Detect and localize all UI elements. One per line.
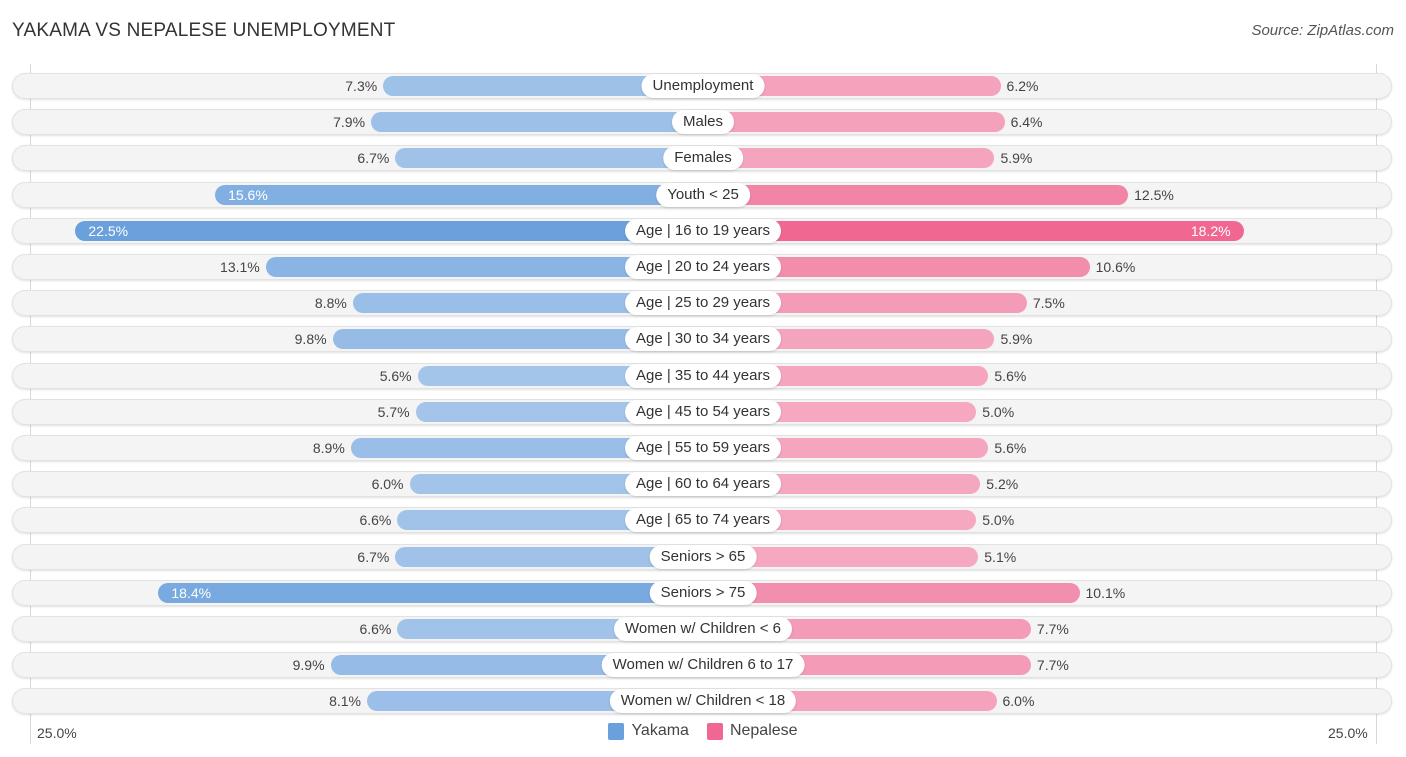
category-label: Women w/ Children < 6 [613, 617, 793, 641]
value-label-yakama: 6.7% [357, 548, 390, 565]
nepalese-swatch-icon [706, 722, 723, 740]
value-label-nepalese: 5.1% [984, 548, 1017, 565]
category-label: Seniors > 65 [649, 544, 757, 569]
value-label-nepalese: 5.6% [994, 440, 1027, 456]
value-label-nepalese: 7.7% [1036, 657, 1069, 674]
category-label: Seniors > 75 [649, 580, 757, 605]
bar-nepalese[interactable] [703, 184, 1129, 205]
legend-item-yakama[interactable]: Yakama [608, 722, 689, 740]
value-label-nepalese: 10.6% [1095, 259, 1136, 275]
value-label-yakama: 6.0% [371, 476, 404, 493]
value-label-yakama: 15.6% [228, 186, 268, 203]
value-label-yakama: 9.8% [294, 331, 327, 348]
category-label: Males [671, 110, 735, 135]
bar-yakama[interactable] [215, 184, 703, 205]
value-label-yakama: 6.6% [359, 512, 392, 529]
yakama-swatch-icon [608, 722, 625, 740]
category-label: Age | 25 to 29 years [625, 291, 781, 316]
legend-label-yakama: Yakama [631, 722, 689, 739]
category-label: Age | 20 to 24 years [625, 255, 781, 279]
value-label-yakama: 6.7% [357, 150, 390, 167]
category-label: Women w/ Children < 18 [609, 689, 797, 714]
value-label-nepalese: 5.2% [986, 476, 1019, 493]
value-label-yakama: 18.4% [171, 584, 212, 601]
value-label-nepalese: 5.9% [1000, 150, 1033, 167]
legend: Yakama Nepalese [0, 722, 1406, 740]
value-label-yakama: 5.7% [377, 403, 410, 420]
value-label-nepalese: 5.9% [1000, 331, 1033, 348]
value-label-nepalese: 6.0% [1002, 693, 1035, 710]
diverging-bar-chart: 25.0% 25.0% 7.3% 6.2% Unemployment 7.9% 6.4%… [0, 0, 1406, 757]
legend-label-nepalese: Nepalese [729, 722, 798, 739]
value-label-yakama: 13.1% [220, 259, 260, 275]
category-label: Women w/ Children 6 to 17 [601, 653, 805, 678]
category-label: Youth < 25 [656, 182, 750, 207]
category-label: Age | 45 to 54 years [625, 399, 781, 424]
value-label-yakama: 5.6% [379, 367, 412, 384]
category-label: Age | 30 to 34 years [625, 327, 781, 352]
bar-yakama[interactable] [158, 582, 703, 603]
value-label-nepalese: 18.2% [1190, 222, 1231, 239]
bar-nepalese[interactable] [703, 148, 995, 169]
category-label: Age | 35 to 44 years [625, 363, 781, 388]
value-label-yakama: 9.9% [292, 657, 325, 674]
value-label-yakama: 7.9% [333, 114, 366, 131]
value-label-yakama: 8.9% [312, 440, 345, 456]
value-label-yakama: 22.5% [88, 222, 129, 239]
value-label-nepalese: 7.5% [1032, 295, 1065, 312]
category-label: Age | 60 to 64 years [625, 472, 781, 497]
category-label: Age | 55 to 59 years [625, 436, 781, 460]
category-label: Females [663, 146, 743, 171]
bar-yakama[interactable] [395, 148, 703, 169]
bar-nepalese[interactable] [703, 112, 1005, 133]
category-label: Unemployment [641, 74, 765, 98]
value-label-nepalese: 6.2% [1006, 78, 1039, 94]
value-label-yakama: 8.8% [314, 295, 347, 312]
value-label-nepalese: 5.6% [994, 367, 1027, 384]
bar-nepalese[interactable] [703, 220, 1244, 241]
category-label: Age | 65 to 74 years [625, 508, 781, 533]
value-label-nepalese: 5.0% [982, 403, 1015, 420]
bar-yakama[interactable] [75, 220, 703, 241]
value-label-yakama: 7.3% [345, 78, 378, 94]
legend-item-nepalese[interactable]: Nepalese [706, 722, 798, 740]
value-label-yakama: 8.1% [329, 693, 361, 710]
value-label-yakama: 6.6% [359, 621, 392, 637]
category-label: Age | 16 to 19 years [625, 218, 781, 243]
value-label-nepalese: 10.1% [1085, 584, 1126, 601]
value-label-nepalese: 6.4% [1010, 114, 1043, 131]
value-label-nepalese: 12.5% [1134, 186, 1174, 203]
bar-yakama[interactable] [371, 112, 703, 133]
value-label-nepalese: 5.0% [982, 512, 1015, 529]
bar-nepalese[interactable] [703, 582, 1080, 603]
value-label-nepalese: 7.7% [1036, 621, 1069, 637]
